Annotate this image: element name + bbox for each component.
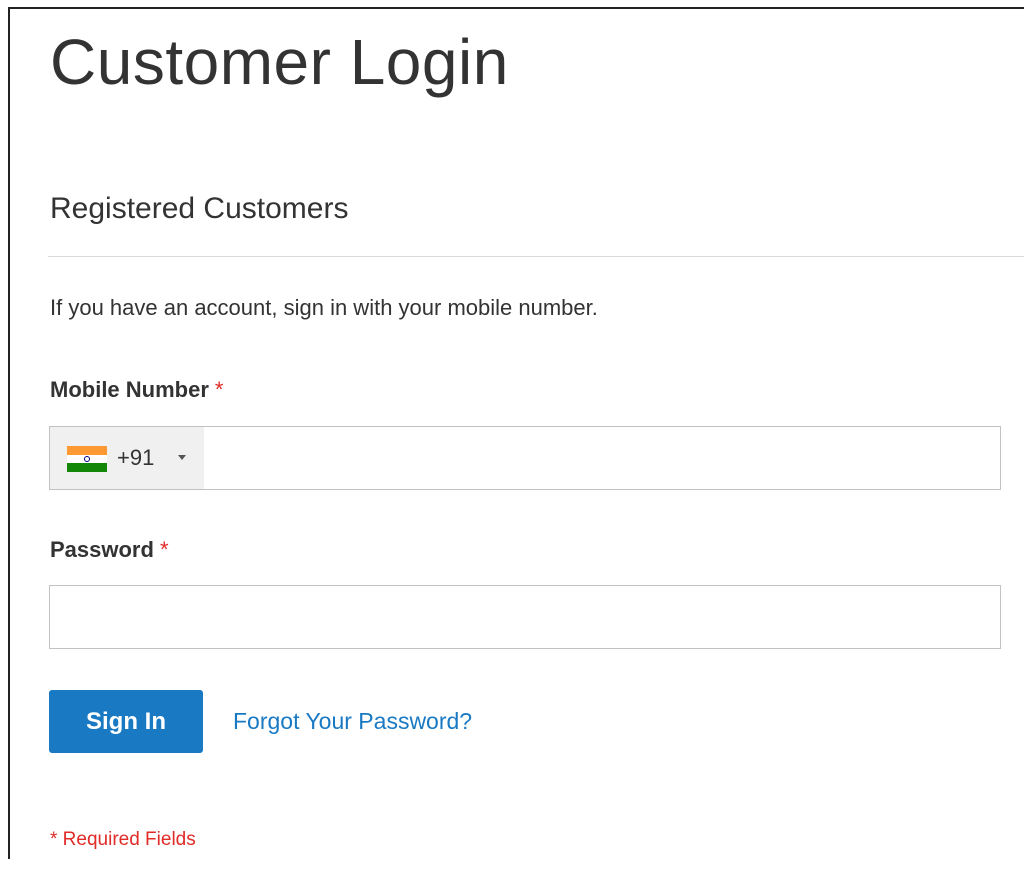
india-flag-icon (67, 446, 107, 473)
dial-code: +91 (117, 445, 155, 470)
mobile-number-label-text: Mobile Number (50, 377, 209, 402)
required-fields-note: * Required Fields (50, 829, 196, 850)
country-code-selector[interactable]: +91 (50, 427, 204, 489)
page-title: Customer Login (50, 26, 509, 98)
divider (48, 256, 1024, 257)
required-marker: * (159, 537, 169, 562)
mobile-number-field: +91 (49, 426, 1001, 490)
password-label: Password * (50, 533, 169, 567)
password-label-text: Password (50, 537, 154, 562)
mobile-number-label: Mobile Number * (50, 373, 223, 407)
caret-down-icon (178, 455, 186, 460)
intro-text: If you have an account, sign in with you… (50, 295, 598, 320)
mobile-number-input[interactable] (204, 427, 1000, 489)
password-input[interactable] (49, 585, 1001, 649)
required-marker: * (214, 377, 224, 402)
sign-in-button[interactable]: Sign In (49, 690, 203, 753)
forgot-password-link[interactable]: Forgot Your Password? (233, 704, 472, 738)
block-title: Registered Customers (50, 192, 349, 225)
